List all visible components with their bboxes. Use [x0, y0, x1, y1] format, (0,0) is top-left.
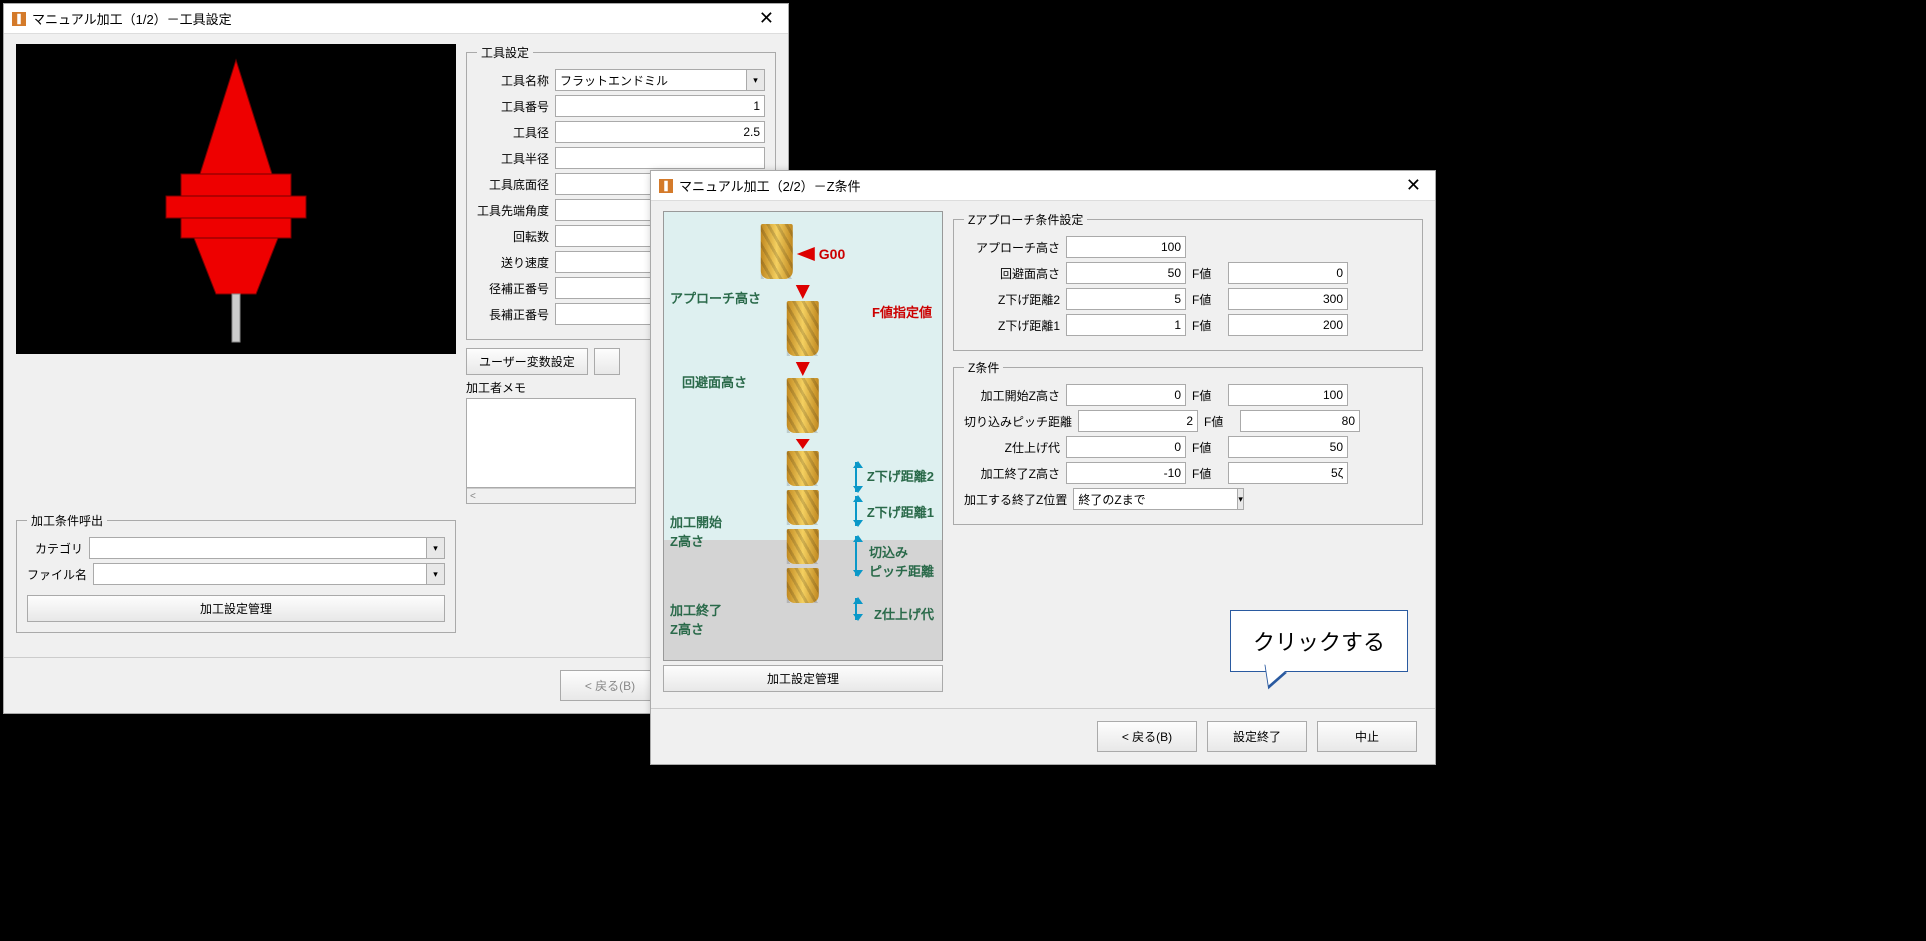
avoid-h-label: 回避面高さ [964, 265, 1060, 282]
manage-settings-button-2[interactable]: 加工設定管理 [663, 665, 943, 692]
titlebar: マニュアル加工（1/2）－工具設定 ✕ [4, 4, 788, 34]
recall-group: 加工条件呼出 カテゴリ ▾ ファイル名 ▾ 加工設定管理 [16, 512, 456, 633]
tool-diameter-label: 工具径 [477, 124, 549, 141]
memo-textarea[interactable] [466, 398, 636, 488]
user-variable-button[interactable]: ユーザー変数設定 [466, 348, 588, 375]
finish-f-input[interactable] [1228, 436, 1348, 458]
callout-box: クリックする [1230, 610, 1408, 672]
user-variable-extra-button[interactable] [594, 348, 620, 375]
filename-label: ファイル名 [27, 566, 87, 583]
f-label: F値 [1192, 465, 1222, 482]
diagram-approach-label: アプローチ高さ [670, 288, 761, 307]
recall-legend: 加工条件呼出 [27, 512, 107, 529]
avoid-h-input[interactable] [1066, 262, 1186, 284]
start-z-label: 加工開始Z高さ [964, 387, 1060, 404]
close-icon-2[interactable]: ✕ [1400, 175, 1427, 196]
approach-h-input[interactable] [1066, 236, 1186, 258]
len-comp-label: 長補正番号 [477, 306, 549, 323]
diagram-avoid-label: 回避面高さ [682, 372, 747, 391]
f-label: F値 [1192, 265, 1222, 282]
close-icon[interactable]: ✕ [753, 8, 780, 29]
diagram-endz-label: 加工終了 Z高さ [670, 600, 722, 638]
f-label: F値 [1192, 317, 1222, 334]
f-label: F値 [1204, 413, 1234, 430]
diagram-startz-label: 加工開始 Z高さ [670, 512, 722, 550]
rpm-label: 回転数 [477, 228, 549, 245]
window-title: マニュアル加工（1/2）－工具設定 [32, 9, 232, 28]
arrow-down-icon [796, 285, 810, 299]
end-z-label: 加工終了Z高さ [964, 465, 1060, 482]
tool-number-input[interactable] [555, 95, 765, 117]
zdown1-label: Z下げ距離1 [964, 317, 1060, 334]
zdown1-input[interactable] [1066, 314, 1186, 336]
tool-name-input[interactable] [555, 69, 747, 91]
f-label: F値 [1192, 439, 1222, 456]
finish-input[interactable] [1066, 436, 1186, 458]
tool-radius-input[interactable] [555, 147, 765, 169]
pitch-label: 切り込みピッチ距離 [964, 413, 1072, 430]
dia-comp-label: 径補正番号 [477, 280, 549, 297]
z-condition-legend: Z条件 [964, 359, 1003, 376]
tool-bottom-label: 工具底面径 [477, 176, 549, 193]
window-title-2: マニュアル加工（2/2）－Z条件 [679, 176, 861, 195]
zdown2-f-input[interactable] [1228, 288, 1348, 310]
arrow-down-icon [796, 362, 810, 376]
z-approach-legend: Zアプローチ条件設定 [964, 211, 1087, 228]
z-approach-group: Zアプローチ条件設定 アプローチ高さ 回避面高さ F値 Z下げ距離2 F値 Z下げ距… [953, 211, 1423, 351]
app-icon [12, 12, 26, 26]
arrow-down-icon [796, 439, 810, 449]
tool-preview [16, 44, 456, 354]
diagram-fspec-label: F値指定値 [872, 302, 932, 321]
tool-radius-label: 工具半径 [477, 150, 549, 167]
diagram-finish-label: Z仕上げ代 [874, 604, 934, 623]
app-icon [659, 179, 673, 193]
tool-tip-angle-label: 工具先端角度 [477, 202, 549, 219]
end-pos-label: 加工する終了Z位置 [964, 491, 1067, 508]
tool-settings-legend: 工具設定 [477, 44, 533, 61]
category-dropdown-icon[interactable]: ▾ [427, 537, 445, 559]
tool-shape [96, 54, 376, 354]
finish-label: Z仕上げ代 [964, 439, 1060, 456]
zdown2-label: Z下げ距離2 [964, 291, 1060, 308]
z-condition-group: Z条件 加工開始Z高さ F値 切り込みピッチ距離 F値 Z仕上げ代 F値 加工終了Z高… [953, 359, 1423, 525]
end-pos-input[interactable] [1073, 488, 1238, 510]
tool-name-label: 工具名称 [477, 72, 549, 89]
z-diagram-panel: G00 アプローチ高さ F値指定値 回避面高さ [663, 211, 943, 692]
finish-button[interactable]: 設定終了 [1207, 721, 1307, 752]
zdown2-input[interactable] [1066, 288, 1186, 310]
arrow-left-icon [797, 247, 815, 261]
filename-input[interactable] [93, 563, 427, 585]
back-button[interactable]: < 戻る(B) [560, 670, 660, 701]
feed-label: 送り速度 [477, 254, 549, 271]
dialog-z-conditions: マニュアル加工（2/2）－Z条件 ✕ G00 [650, 170, 1436, 765]
titlebar-2: マニュアル加工（2/2）－Z条件 ✕ [651, 171, 1435, 201]
filename-dropdown-icon[interactable]: ▾ [427, 563, 445, 585]
category-input[interactable] [89, 537, 427, 559]
tool-name-dropdown-icon[interactable]: ▾ [747, 69, 765, 91]
start-z-input[interactable] [1066, 384, 1186, 406]
start-z-f-input[interactable] [1228, 384, 1348, 406]
cancel-button[interactable]: 中止 [1317, 721, 1417, 752]
end-z-input[interactable] [1066, 462, 1186, 484]
end-pos-dropdown-icon[interactable]: ▾ [1238, 488, 1244, 510]
end-z-f-input[interactable] [1228, 462, 1348, 484]
diagram-zdown1-label: Z下げ距離1 [867, 502, 934, 521]
tool-diameter-input[interactable] [555, 121, 765, 143]
back-button-2[interactable]: < 戻る(B) [1097, 721, 1197, 752]
g00-label: G00 [819, 246, 845, 262]
diagram-zdown2-label: Z下げ距離2 [867, 466, 934, 485]
diagram-cutin-label: 切込み ピッチ距離 [869, 542, 934, 580]
avoid-h-f-input[interactable] [1228, 262, 1348, 284]
pitch-f-input[interactable] [1240, 410, 1360, 432]
approach-h-label: アプローチ高さ [964, 239, 1060, 256]
zdown1-f-input[interactable] [1228, 314, 1348, 336]
memo-scroll-left-icon[interactable]: < [470, 491, 476, 502]
category-label: カテゴリ [27, 540, 83, 557]
f-label: F値 [1192, 387, 1222, 404]
f-label: F値 [1192, 291, 1222, 308]
tool-number-label: 工具番号 [477, 98, 549, 115]
callout-text: クリックする [1253, 630, 1385, 655]
manage-settings-button[interactable]: 加工設定管理 [27, 595, 445, 622]
pitch-input[interactable] [1078, 410, 1198, 432]
